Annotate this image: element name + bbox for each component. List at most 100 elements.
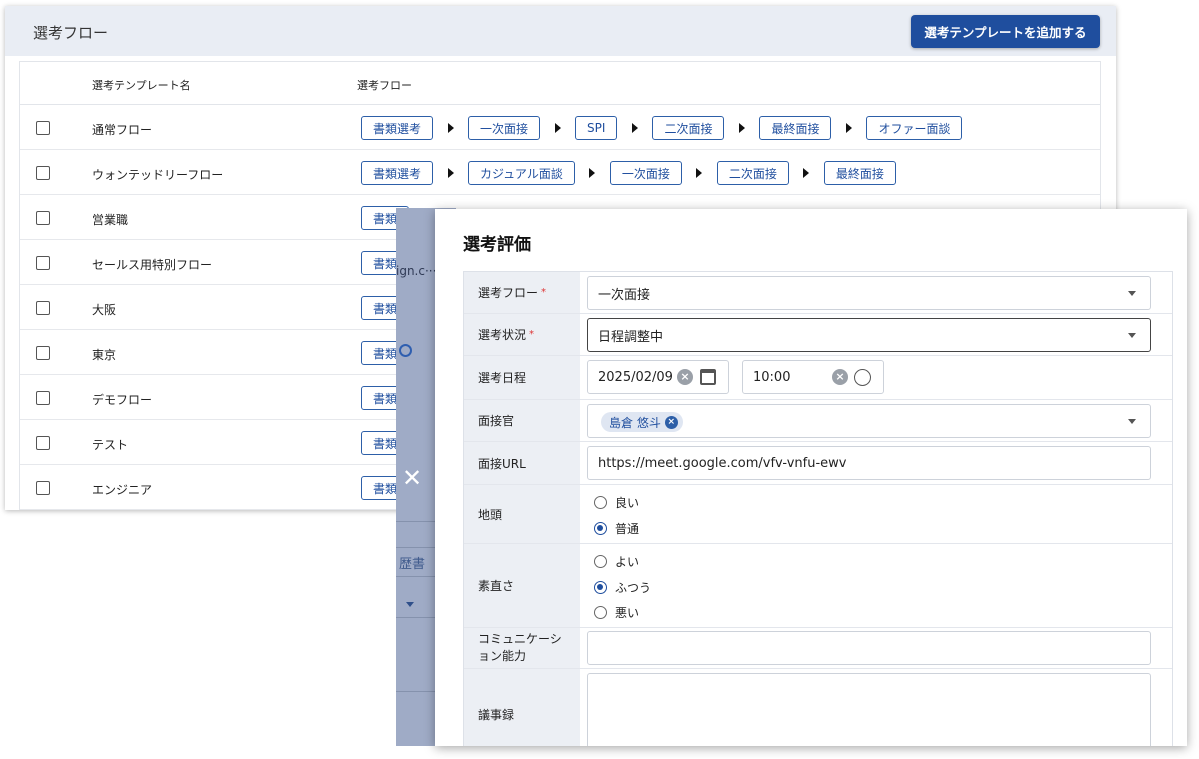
row-checkbox[interactable] [36,211,50,225]
field-row-url: 面接URL https://meet.google.com/vfv-vnfu-e… [464,442,1172,485]
row-checkbox[interactable] [36,256,50,270]
arrow-right-icon [575,168,610,178]
remove-icon[interactable]: × [664,415,678,429]
clear-icon[interactable]: × [677,369,693,385]
arrow-right-icon [433,168,468,178]
template-name[interactable]: デモフロー [92,391,152,408]
url-input[interactable]: https://meet.google.com/vfv-vnfu-ewv [587,446,1151,480]
dialog-title: 選考評価 [463,235,531,255]
table-row[interactable]: ウォンテッドリーフロー 書類選考 カジュアル面談 一次面接 二次面接 最終面接 [20,150,1100,195]
evaluation-form: 選考フロー * 一次面接 選考状況 * 日程調整中 選考日程 2025/02/09 … [463,271,1173,746]
field-row-sunao: 素直さ よい ふつう 悪い [464,544,1172,628]
row-checkbox[interactable] [36,121,50,135]
chevron-down-icon[interactable] [406,602,414,607]
arrow-right-icon [540,123,575,133]
template-name[interactable]: ウォンテッドリーフロー [92,166,223,183]
flow-step-chip[interactable]: 二次面接 [716,161,789,185]
field-row-communication: コミュニケーション能力 [464,628,1172,669]
template-name[interactable]: エンジニア [92,481,152,498]
template-name[interactable]: テスト [92,436,128,453]
row-checkbox[interactable] [36,481,50,495]
radio-button [594,581,607,594]
template-name[interactable]: 大阪 [92,301,116,318]
time-input[interactable]: 10:00 × [742,360,884,394]
arrow-right-icon [724,123,759,133]
template-name[interactable]: セールス用特別フロー [92,256,212,273]
flow-step-chip[interactable]: 一次面接 [468,116,541,140]
flow-step-chip[interactable]: 最終面接 [823,161,896,185]
clock-icon[interactable] [854,369,871,386]
resume-tab[interactable]: 歴書 [399,553,425,572]
flow-step-chip[interactable]: 書類選考 [361,116,434,140]
minutes-label: 議事録 [464,669,580,746]
field-row-interviewer: 面接官 島倉 悠斗 × [464,400,1172,442]
flow-select[interactable]: 一次面接 [587,276,1151,310]
radio-button [594,496,607,509]
template-name[interactable]: 通常フロー [92,121,152,138]
row-checkbox[interactable] [36,436,50,450]
field-row-status: 選考状況 * 日程調整中 [464,314,1172,356]
radio-option[interactable]: よい [594,553,639,570]
communication-label: コミュニケーション能力 [464,628,580,668]
arrow-right-icon [789,168,824,178]
row-checkbox[interactable] [36,301,50,315]
sunao-label: 素直さ [464,544,580,627]
arrow-right-icon [617,123,652,133]
calendar-icon[interactable] [700,369,716,385]
divider [396,547,436,548]
arrow-right-icon [831,123,866,133]
radio-button [594,522,607,535]
clear-icon[interactable]: × [832,369,848,385]
template-name[interactable]: 東京 [92,346,116,363]
interviewer-select[interactable]: 島倉 悠斗 × [587,404,1151,438]
field-row-minutes: 議事録 [464,669,1172,746]
radio-option[interactable]: 普通 [594,520,639,537]
chevron-down-icon [1128,291,1136,296]
communication-input[interactable] [587,631,1151,665]
chevron-down-icon [1128,419,1136,424]
flow-label: 選考フロー * [464,272,580,313]
arrow-right-icon [433,123,468,133]
table-row[interactable]: 通常フロー 書類選考 一次面接 SPI 二次面接 最終面接 オファー面談 [20,105,1100,150]
close-icon[interactable]: ✕ [402,464,422,492]
status-select[interactable]: 日程調整中 [587,318,1151,352]
divider [396,617,436,618]
flow-step-chip[interactable]: 二次面接 [652,116,725,140]
minutes-textarea[interactable] [587,673,1151,746]
column-header-flow: 選考フロー [357,79,412,92]
flow-steps: 書類選考 一次面接 SPI 二次面接 最終面接 オファー面談 [361,116,963,140]
flow-step-chip[interactable]: オファー面談 [866,116,963,140]
template-name[interactable]: 営業職 [92,211,128,228]
date-input[interactable]: 2025/02/09 × [587,360,729,394]
flow-step-chip[interactable]: 最終面接 [759,116,832,140]
date-label: 選考日程 [464,356,580,399]
field-row-jiatama: 地頭 良い 普通 [464,485,1172,544]
column-header-template-name: 選考テンプレート名 [92,79,191,92]
radio-option[interactable]: 悪い [594,604,639,621]
status-label: 選考状況 * [464,314,580,355]
arrow-right-icon [682,168,717,178]
add-template-button[interactable]: 選考テンプレートを追加する [911,15,1100,48]
flow-step-chip[interactable]: カジュアル面談 [468,161,575,185]
flow-step-chip[interactable]: 一次面接 [609,161,682,185]
interviewer-label: 面接官 [464,400,580,441]
flow-step-chip[interactable]: 書類選考 [361,161,434,185]
row-checkbox[interactable] [36,346,50,360]
evaluation-dialog: 選考評価 選考フロー * 一次面接 選考状況 * 日程調整中 選考日程 2025/0… [435,209,1187,746]
radio-option[interactable]: ふつう [594,579,651,596]
search-icon[interactable] [399,344,412,357]
page-title: 選考フロー [33,24,109,42]
field-row-flow: 選考フロー * 一次面接 [464,272,1172,314]
radio-option[interactable]: 良い [594,494,639,511]
row-checkbox[interactable] [36,391,50,405]
row-checkbox[interactable] [36,166,50,180]
panel-header: 選考フロー 選考テンプレートを追加する [5,6,1116,56]
radio-button [594,606,607,619]
drawer-url-text: ign.c··· [396,264,437,278]
flow-step-chip[interactable]: SPI [575,116,618,140]
divider [396,576,436,577]
jiatama-label: 地頭 [464,485,580,543]
chevron-down-icon [1128,333,1136,338]
url-label: 面接URL [464,442,580,484]
radio-button [594,555,607,568]
